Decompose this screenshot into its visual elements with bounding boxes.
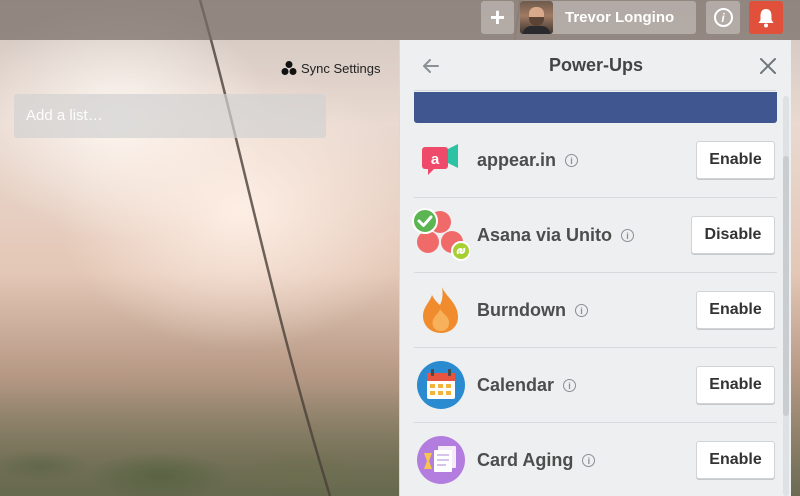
notifications-button[interactable] (749, 1, 783, 34)
power-up-name: Calendar i (477, 375, 577, 396)
enable-button[interactable]: Enable (696, 441, 775, 479)
power-up-name: appear.in i (477, 150, 579, 171)
enable-button[interactable]: Enable (696, 291, 775, 329)
enable-button[interactable]: Enable (696, 141, 775, 179)
power-up-row-card-aging: Card Aging i Enable (414, 423, 777, 496)
panel-header: Power-Ups (400, 40, 792, 90)
user-name: Trevor Longino (565, 9, 675, 26)
power-up-name: Burndown i (477, 300, 588, 321)
sync-settings-label: Sync Settings (301, 60, 381, 76)
featured-banner[interactable] (414, 92, 777, 123)
power-up-name: Card Aging i (477, 450, 596, 471)
power-up-row-asana-unito: Asana via Unito i Disable (412, 198, 777, 273)
info-icon[interactable]: i (574, 304, 588, 317)
add-list-input[interactable]: Add a list… (14, 94, 326, 138)
disable-button[interactable]: Disable (691, 216, 775, 254)
asana-unito-icon (412, 208, 470, 261)
sync-settings-icon (281, 61, 297, 75)
power-up-name: Asana via Unito i (477, 225, 635, 246)
top-header: + Trevor Longino i (0, 0, 800, 40)
power-ups-panel: Power-Ups a appear.in i Enable Asana via… (399, 40, 791, 496)
info-icon[interactable]: i (582, 454, 596, 467)
svg-text:a: a (431, 151, 440, 168)
info-icon: i (713, 8, 733, 27)
panel-scrollbar-thumb[interactable] (783, 156, 789, 416)
burndown-flame-icon (423, 287, 458, 333)
enable-button[interactable]: Enable (696, 366, 775, 404)
appear-in-icon: a (422, 144, 458, 175)
info-icon[interactable]: i (621, 229, 635, 242)
panel-scrollbar[interactable] (783, 96, 789, 496)
add-button[interactable]: + (481, 1, 514, 34)
calendar-icon (417, 361, 465, 409)
card-aging-icon (417, 436, 465, 484)
info-icon[interactable]: i (565, 154, 579, 167)
panel-divider (414, 90, 776, 91)
bell-icon (758, 8, 774, 27)
panel-title: Power-Ups (548, 55, 644, 75)
info-icon[interactable]: i (563, 379, 577, 392)
info-button[interactable]: i (706, 1, 740, 34)
avatar (520, 1, 553, 34)
plus-icon: + (489, 2, 506, 32)
close-icon[interactable] (758, 56, 778, 76)
power-up-row-calendar: Calendar i Enable (414, 348, 777, 423)
power-up-row-appear-in: a appear.in i Enable (414, 123, 777, 198)
power-up-row-burndown: Burndown i Enable (414, 273, 777, 348)
sync-settings-link[interactable]: Sync Settings (281, 59, 381, 77)
board-background-grass (0, 386, 400, 496)
user-menu-button[interactable]: Trevor Longino (520, 1, 696, 34)
